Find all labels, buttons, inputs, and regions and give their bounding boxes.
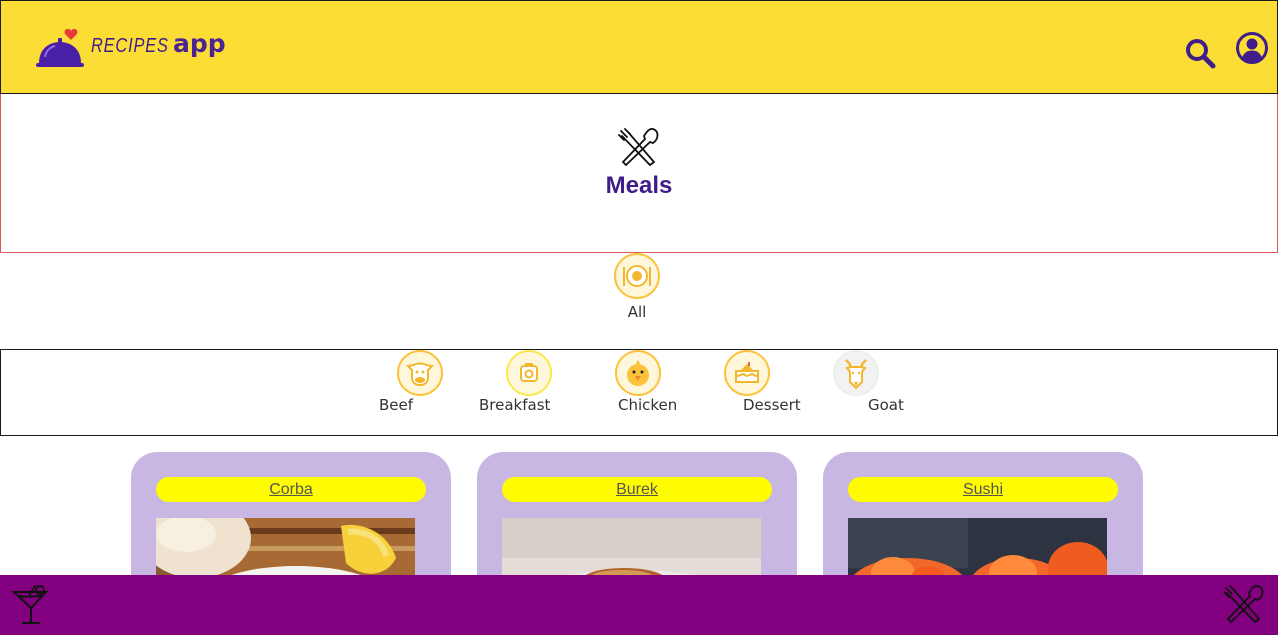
category-label: Chicken [618,396,678,414]
fork-knife-icon [1223,584,1264,624]
meals-button[interactable] [1222,584,1266,626]
chicken-circle [615,350,661,396]
meal-card-name[interactable]: Corba [156,477,426,502]
category-label: Beef [379,396,414,414]
filter-all-label: All [627,303,647,321]
recipes-app-page: RECIPES app Meals All Beef Breakfast Chi… [0,0,1278,635]
app-header: RECIPES app [0,0,1278,94]
search-icon [1186,39,1216,69]
category-label: Breakfast [479,396,551,414]
goat-icon [845,359,867,390]
toaster-icon [520,363,538,382]
meal-card-name[interactable]: Burek [502,477,772,502]
page-title: Meals [605,172,673,199]
category-goat-button[interactable]: Goat [833,350,904,414]
cocktail-icon [11,585,49,624]
search-button[interactable] [1184,37,1216,69]
app-logo[interactable]: RECIPES app [35,25,255,69]
category-chicken-button[interactable]: Chicken [615,350,677,414]
meal-card-name[interactable]: Sushi [848,477,1118,502]
beef-circle [397,350,443,396]
chick-icon [627,360,649,386]
filter-all-button[interactable]: All [612,253,662,323]
breakfast-circle [506,350,552,396]
app-footer [0,575,1278,635]
cow-icon [405,362,435,387]
category-breakfast-button[interactable]: Breakfast [479,350,552,414]
category-dessert-button[interactable]: Dessert [724,350,801,414]
cake-icon [735,362,759,383]
user-circle-icon [1236,32,1268,64]
drinks-button[interactable] [11,584,49,626]
category-beef-button[interactable]: Beef [379,350,443,414]
category-filter-row: Beef Breakfast Chicken Dessert Goat [0,349,1278,436]
all-category-circle [614,253,660,299]
profile-button[interactable] [1235,31,1269,65]
logo-text-app: app [173,29,226,58]
fork-knife-icon [618,127,659,167]
category-label: Goat [868,396,904,414]
category-label: Dessert [743,396,801,414]
goat-circle [833,350,879,396]
logo-text-recipes: RECIPES [91,35,169,57]
dessert-circle [724,350,770,396]
page-title-area: Meals [0,94,1278,253]
cloche-heart-icon [36,28,84,67]
plate-cutlery-icon [623,265,651,287]
